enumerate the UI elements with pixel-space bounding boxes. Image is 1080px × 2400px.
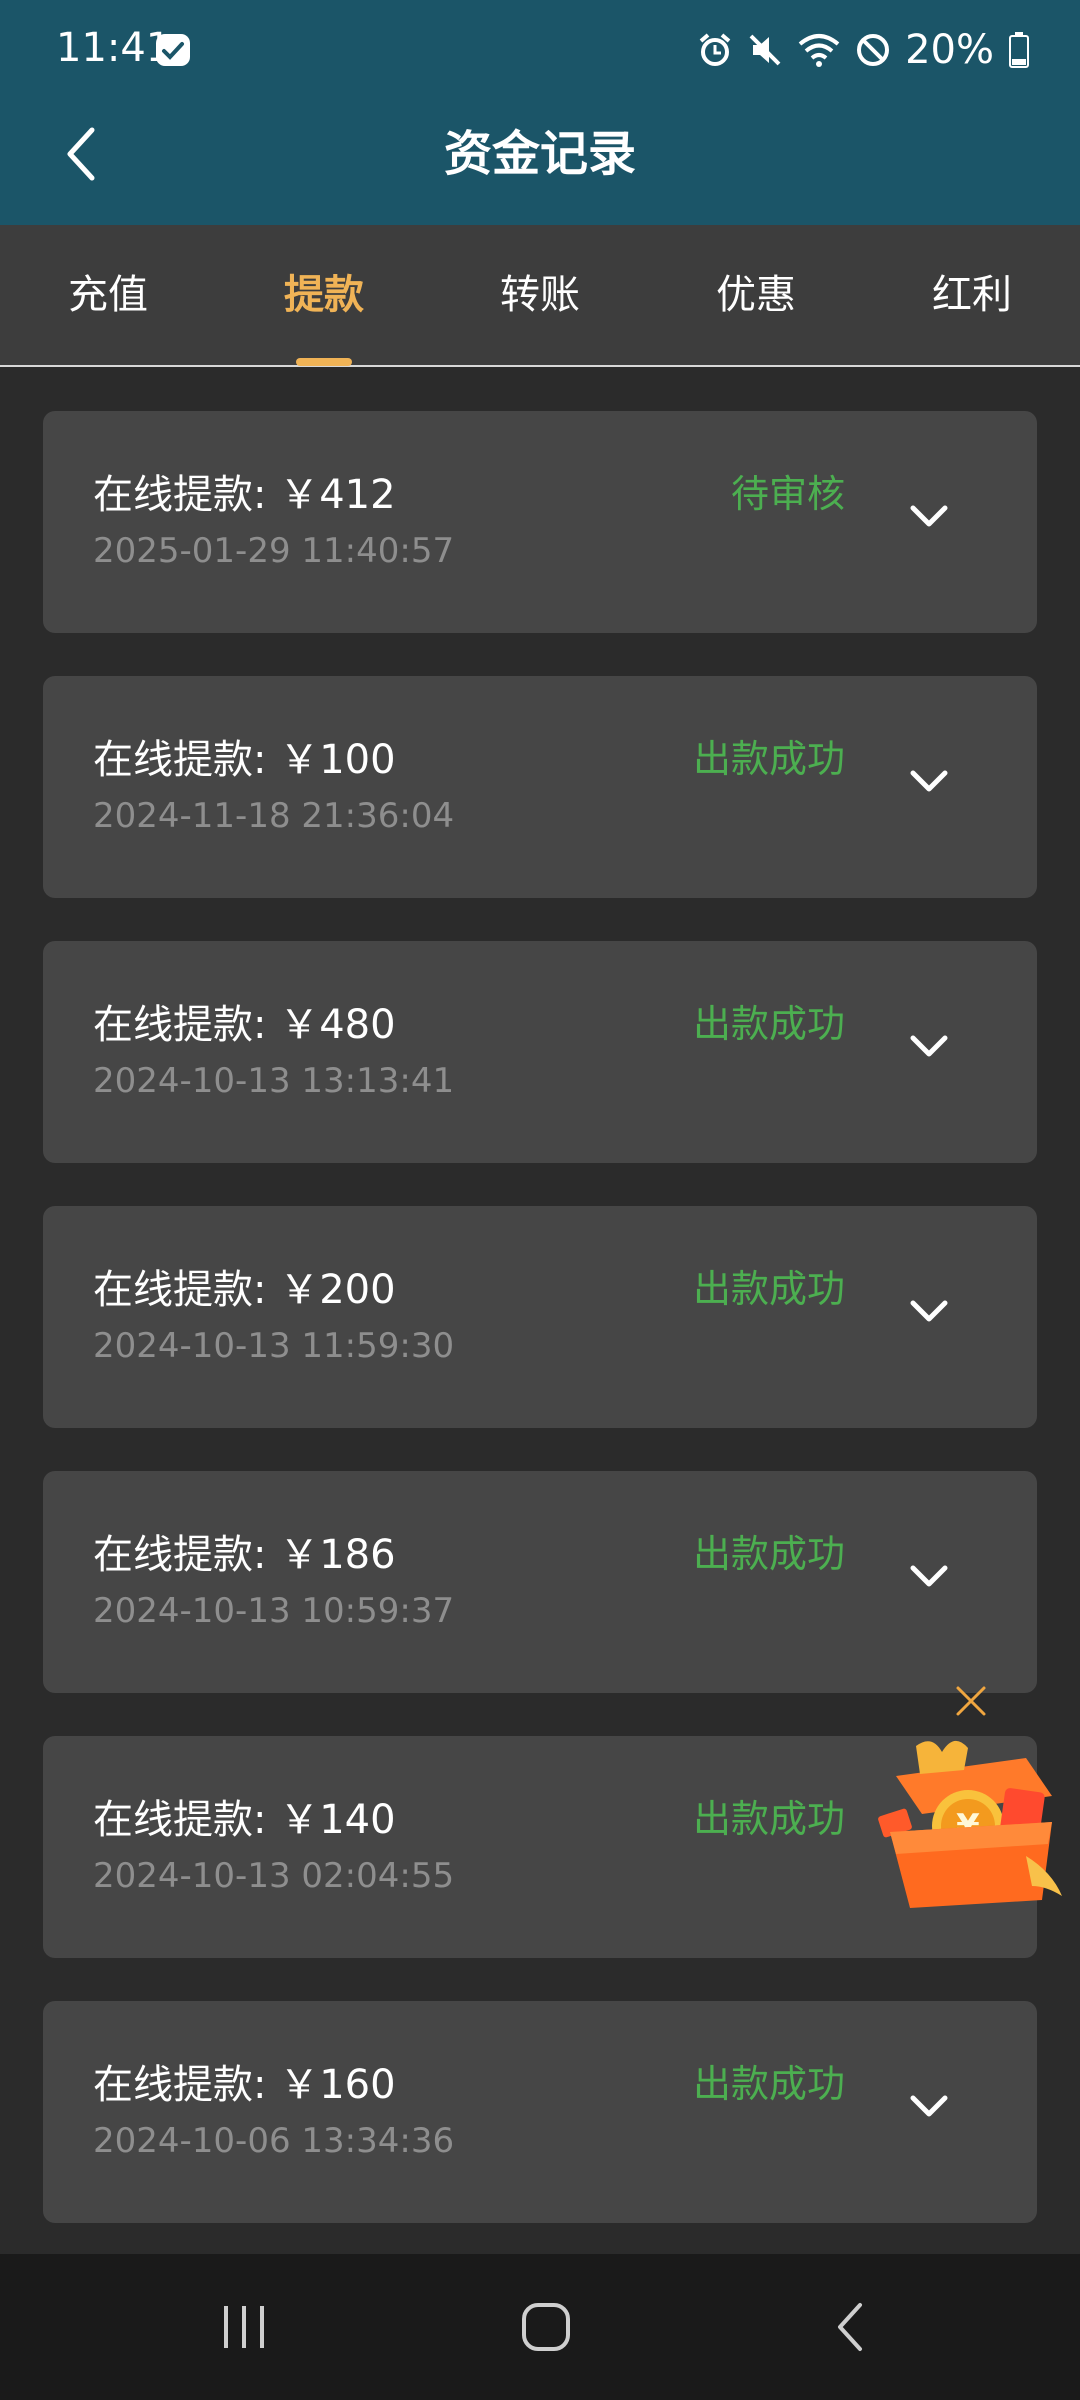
page-title: 资金记录 — [443, 126, 636, 182]
record-status: 出款成功 — [692, 737, 845, 781]
record-status: 出款成功 — [692, 1797, 845, 1841]
record-time: 2024-10-13 13:13:41 — [93, 1061, 455, 1101]
record-time: 2024-11-18 21:36:04 — [93, 796, 455, 836]
record-amount: 在线提款: ￥160 — [93, 2062, 396, 2108]
dnd-icon — [857, 34, 890, 66]
chevron-down-icon[interactable] — [909, 1298, 949, 1324]
record-status: 出款成功 — [692, 1002, 845, 1046]
record-status: 出款成功 — [692, 1532, 845, 1576]
tab-promotion[interactable]: 优惠 — [656, 225, 856, 365]
record-amount: 在线提款: ￥200 — [93, 1267, 396, 1313]
home-button[interactable] — [486, 2254, 606, 2400]
tab-deposit[interactable]: 充值 — [8, 225, 208, 365]
chevron-down-icon[interactable] — [909, 1033, 949, 1059]
record-time: 2025-01-29 11:40:57 — [93, 531, 455, 571]
tab-withdraw[interactable]: 提款 — [224, 225, 424, 365]
record-amount: 在线提款: ￥480 — [93, 1002, 396, 1048]
record-time: 2024-10-13 11:59:30 — [93, 1326, 455, 1366]
record-amount: 在线提款: ￥100 — [93, 737, 396, 783]
chevron-down-icon[interactable] — [909, 2093, 949, 2119]
top-header: 11:41 20% 资金记录 — [0, 0, 1080, 225]
record-status: 待审核 — [730, 472, 845, 516]
gift-box-icon[interactable]: ¥ — [876, 1736, 1066, 1912]
record-card[interactable]: 在线提款: ￥480 2024-10-13 13:13:41 出款成功 — [43, 941, 1037, 1163]
record-card[interactable]: 在线提款: ￥186 2024-10-13 10:59:37 出款成功 — [43, 1471, 1037, 1693]
app-notification-icon — [156, 34, 190, 66]
record-time: 2024-10-13 02:04:55 — [93, 1856, 455, 1896]
record-status: 出款成功 — [692, 1267, 845, 1311]
record-card[interactable]: 在线提款: ￥412 2025-01-29 11:40:57 待审核 — [43, 411, 1037, 633]
alarm-icon — [699, 33, 731, 66]
chevron-down-icon[interactable] — [909, 503, 949, 529]
close-icon[interactable] — [954, 1684, 988, 1718]
record-card[interactable]: 在线提款: ￥200 2024-10-13 11:59:30 出款成功 — [43, 1206, 1037, 1428]
tab-transfer[interactable]: 转账 — [440, 225, 640, 365]
status-bar: 11:41 20% — [0, 0, 1080, 100]
record-time: 2024-10-13 10:59:37 — [93, 1591, 455, 1631]
record-status: 出款成功 — [692, 2062, 845, 2106]
chevron-down-icon[interactable] — [909, 1563, 949, 1589]
record-amount: 在线提款: ￥140 — [93, 1797, 396, 1843]
record-time: 2024-10-06 13:34:36 — [93, 2121, 455, 2161]
system-nav-bar — [0, 2254, 1080, 2400]
record-amount: 在线提款: ￥412 — [93, 472, 396, 518]
battery-percentage: 20% — [905, 27, 994, 73]
record-amount: 在线提款: ￥186 — [93, 1532, 396, 1578]
active-tab-indicator — [296, 358, 352, 366]
mute-icon — [749, 34, 781, 66]
system-back-button[interactable] — [790, 2254, 910, 2400]
home-icon — [522, 2303, 570, 2351]
recent-apps-icon — [224, 2306, 264, 2348]
funds-record-screen: 11:41 20% 资金记录 充值 提款 转账 优惠 红利 在线提款: ￥412… — [0, 0, 1080, 2400]
battery-icon — [1009, 32, 1029, 68]
record-type-tabs: 充值 提款 转账 优惠 红利 — [0, 225, 1080, 367]
status-icons: 20% — [697, 24, 1030, 76]
recent-apps-button[interactable] — [184, 2254, 304, 2400]
record-card[interactable]: 在线提款: ￥100 2024-11-18 21:36:04 出款成功 — [43, 676, 1037, 898]
record-card[interactable]: 在线提款: ￥160 2024-10-06 13:34:36 出款成功 — [43, 2001, 1037, 2223]
chevron-down-icon[interactable] — [909, 768, 949, 794]
back-icon — [838, 2303, 862, 2351]
wifi-icon — [798, 34, 840, 67]
tab-bonus[interactable]: 红利 — [872, 225, 1072, 365]
